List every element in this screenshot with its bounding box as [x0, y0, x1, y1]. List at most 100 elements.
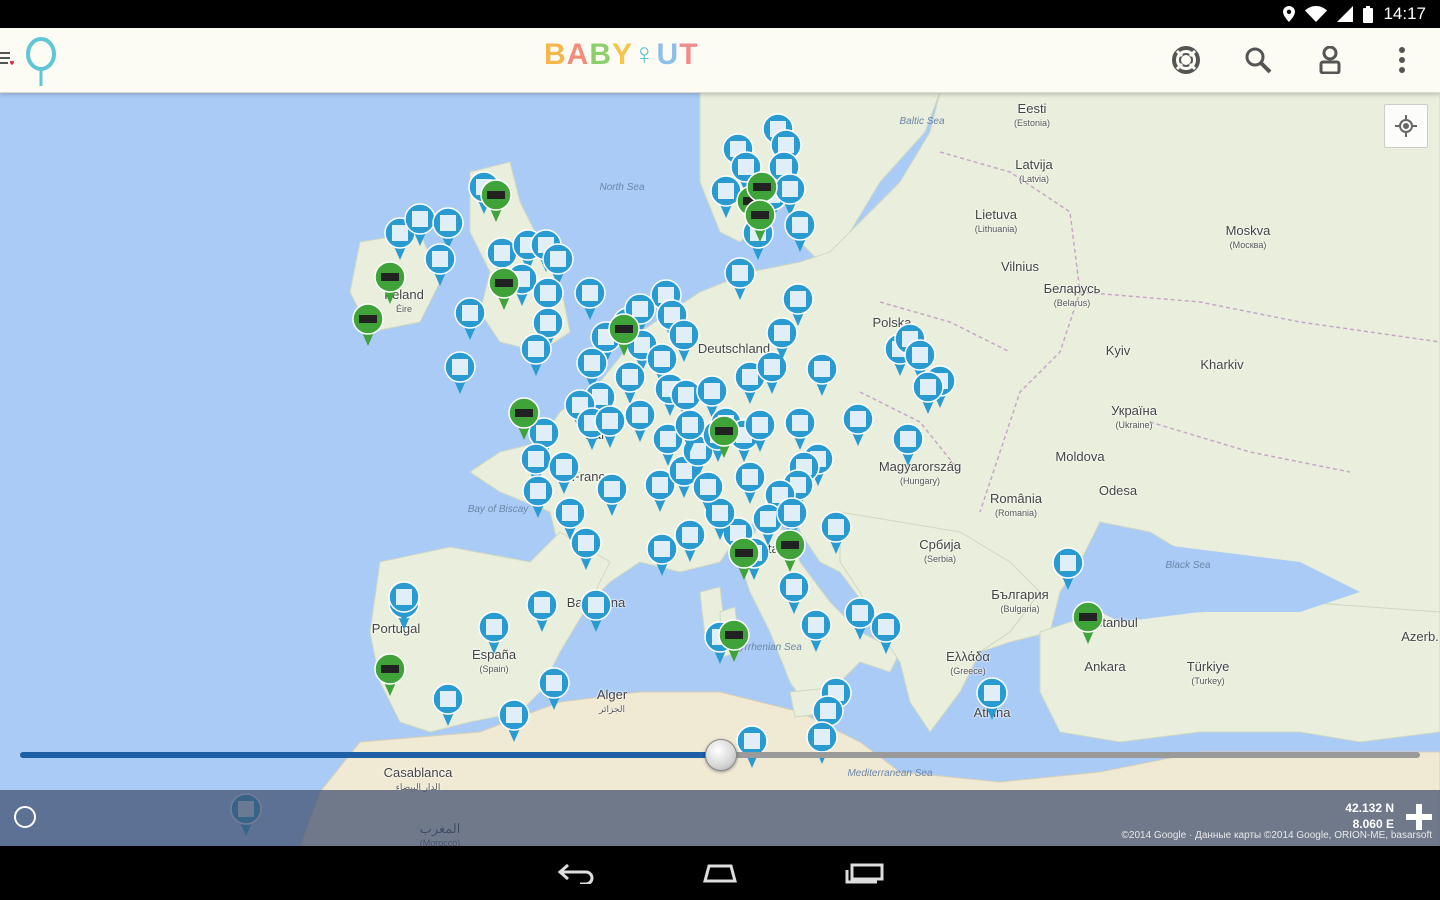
hotel-map-marker[interactable]	[723, 256, 757, 300]
building-pin-icon	[520, 333, 552, 376]
activity-pin-icon	[1072, 601, 1104, 644]
building-pin-icon	[784, 209, 816, 252]
hotel-map-marker[interactable]	[497, 698, 531, 742]
building-pin-icon	[580, 589, 612, 632]
my-location-icon	[1395, 115, 1417, 137]
activity-map-marker[interactable]	[607, 312, 641, 356]
recents-button[interactable]	[842, 858, 886, 888]
hotel-map-marker[interactable]	[733, 460, 767, 504]
account-button[interactable]	[1312, 42, 1348, 78]
hotel-map-marker[interactable]	[891, 422, 925, 466]
hotel-map-marker[interactable]	[673, 408, 707, 452]
activity-pin-icon	[608, 313, 640, 356]
building-pin-icon	[646, 533, 678, 576]
hotel-map-marker[interactable]	[477, 610, 511, 654]
user-icon	[1319, 46, 1341, 74]
clock: 14:17	[1383, 4, 1426, 23]
overflow-menu-button[interactable]	[1384, 42, 1420, 78]
map-slider[interactable]	[20, 739, 1420, 771]
activity-map-marker[interactable]	[479, 178, 513, 222]
building-pin-icon	[432, 683, 464, 726]
map-place-label: Україна (Ukraine)	[1111, 403, 1157, 431]
building-pin-icon	[724, 257, 756, 300]
activity-map-marker[interactable]	[507, 396, 541, 440]
building-pin-icon	[594, 405, 626, 448]
search-icon	[1245, 47, 1272, 74]
activity-map-marker[interactable]	[717, 618, 751, 662]
activity-map-marker[interactable]	[487, 266, 521, 310]
activity-map-marker[interactable]	[351, 302, 385, 346]
hotel-map-marker[interactable]	[783, 208, 817, 252]
plus-icon	[1406, 804, 1432, 830]
drawer-menu-icon	[0, 52, 14, 65]
map-place-label: Moskva (Москва)	[1225, 223, 1271, 251]
activity-map-marker[interactable]	[1071, 600, 1105, 644]
hotel-map-marker[interactable]	[579, 588, 613, 632]
hotel-map-marker[interactable]	[387, 580, 421, 624]
hotel-map-marker[interactable]	[595, 472, 629, 516]
hotel-map-marker[interactable]	[743, 408, 777, 452]
map-sea-label: North Sea	[599, 182, 645, 193]
activity-map-marker[interactable]	[373, 652, 407, 696]
app-logo[interactable]	[22, 36, 60, 93]
hotel-map-marker[interactable]	[1051, 546, 1085, 590]
hotel-map-marker[interactable]	[645, 532, 679, 576]
help-button[interactable]	[1168, 42, 1204, 78]
brand-letter: A	[566, 38, 590, 71]
hotel-map-marker[interactable]	[841, 402, 875, 446]
slider-thumb[interactable]	[705, 739, 737, 771]
activity-pin-icon	[728, 537, 760, 580]
map-place-label: Ελλάδα (Greece)	[946, 649, 990, 677]
hotel-map-marker[interactable]	[799, 608, 833, 652]
search-button[interactable]	[1240, 42, 1276, 78]
activity-map-marker[interactable]	[743, 198, 777, 242]
hotel-map-marker[interactable]	[423, 242, 457, 286]
building-pin-icon	[444, 351, 476, 394]
activity-map-marker[interactable]	[373, 260, 407, 304]
building-pin-icon	[800, 609, 832, 652]
hotel-map-marker[interactable]	[691, 470, 725, 514]
activity-pin-icon	[374, 261, 406, 304]
zoom-in-button[interactable]	[1404, 802, 1434, 832]
hotel-map-marker[interactable]	[519, 332, 553, 376]
home-icon	[703, 864, 737, 883]
back-icon	[557, 863, 594, 884]
drawer-button[interactable]	[0, 46, 18, 76]
hotel-map-marker[interactable]	[869, 610, 903, 654]
activity-pin-icon	[488, 267, 520, 310]
back-button[interactable]	[554, 858, 598, 888]
radius-toggle-button[interactable]	[14, 806, 36, 828]
building-pin-icon	[976, 677, 1008, 720]
status-icons: 14:17	[1283, 4, 1426, 24]
hotel-map-marker[interactable]	[819, 510, 853, 554]
building-pin-icon	[912, 371, 944, 414]
map-sea-label: Baltic Sea	[899, 116, 945, 127]
hotel-map-marker[interactable]	[911, 370, 945, 414]
building-pin-icon	[734, 461, 766, 504]
map-place-label: Odesa	[1098, 483, 1138, 498]
brand-letter: T	[679, 38, 699, 71]
hotel-map-marker[interactable]	[537, 666, 571, 710]
hotel-map-marker[interactable]	[765, 316, 799, 360]
hotel-map-marker[interactable]	[525, 588, 559, 632]
hotel-map-marker[interactable]	[453, 296, 487, 340]
map-view[interactable]: Eesti (Estonia) Latvija (Latvia) Lietuva (Lit…	[0, 92, 1440, 846]
map-place-label: Türkiye (Turkey)	[1186, 659, 1230, 687]
hotel-map-marker[interactable]	[975, 676, 1009, 720]
recents-icon	[845, 863, 884, 884]
hotel-map-marker[interactable]	[805, 352, 839, 396]
map-place-label: România (Romania)	[989, 491, 1043, 519]
hotel-map-marker[interactable]	[569, 526, 603, 570]
activity-map-marker[interactable]	[727, 536, 761, 580]
activity-map-marker[interactable]	[773, 528, 807, 572]
hotel-map-marker[interactable]	[521, 474, 555, 518]
hotel-map-marker[interactable]	[431, 682, 465, 726]
building-pin-icon	[498, 699, 530, 742]
activity-map-marker[interactable]	[707, 414, 741, 458]
hotel-map-marker[interactable]	[443, 350, 477, 394]
my-location-button[interactable]	[1384, 104, 1428, 148]
building-pin-icon	[806, 353, 838, 396]
hotel-map-marker[interactable]	[573, 276, 607, 320]
home-button[interactable]	[698, 858, 742, 888]
hotel-map-marker[interactable]	[593, 404, 627, 448]
